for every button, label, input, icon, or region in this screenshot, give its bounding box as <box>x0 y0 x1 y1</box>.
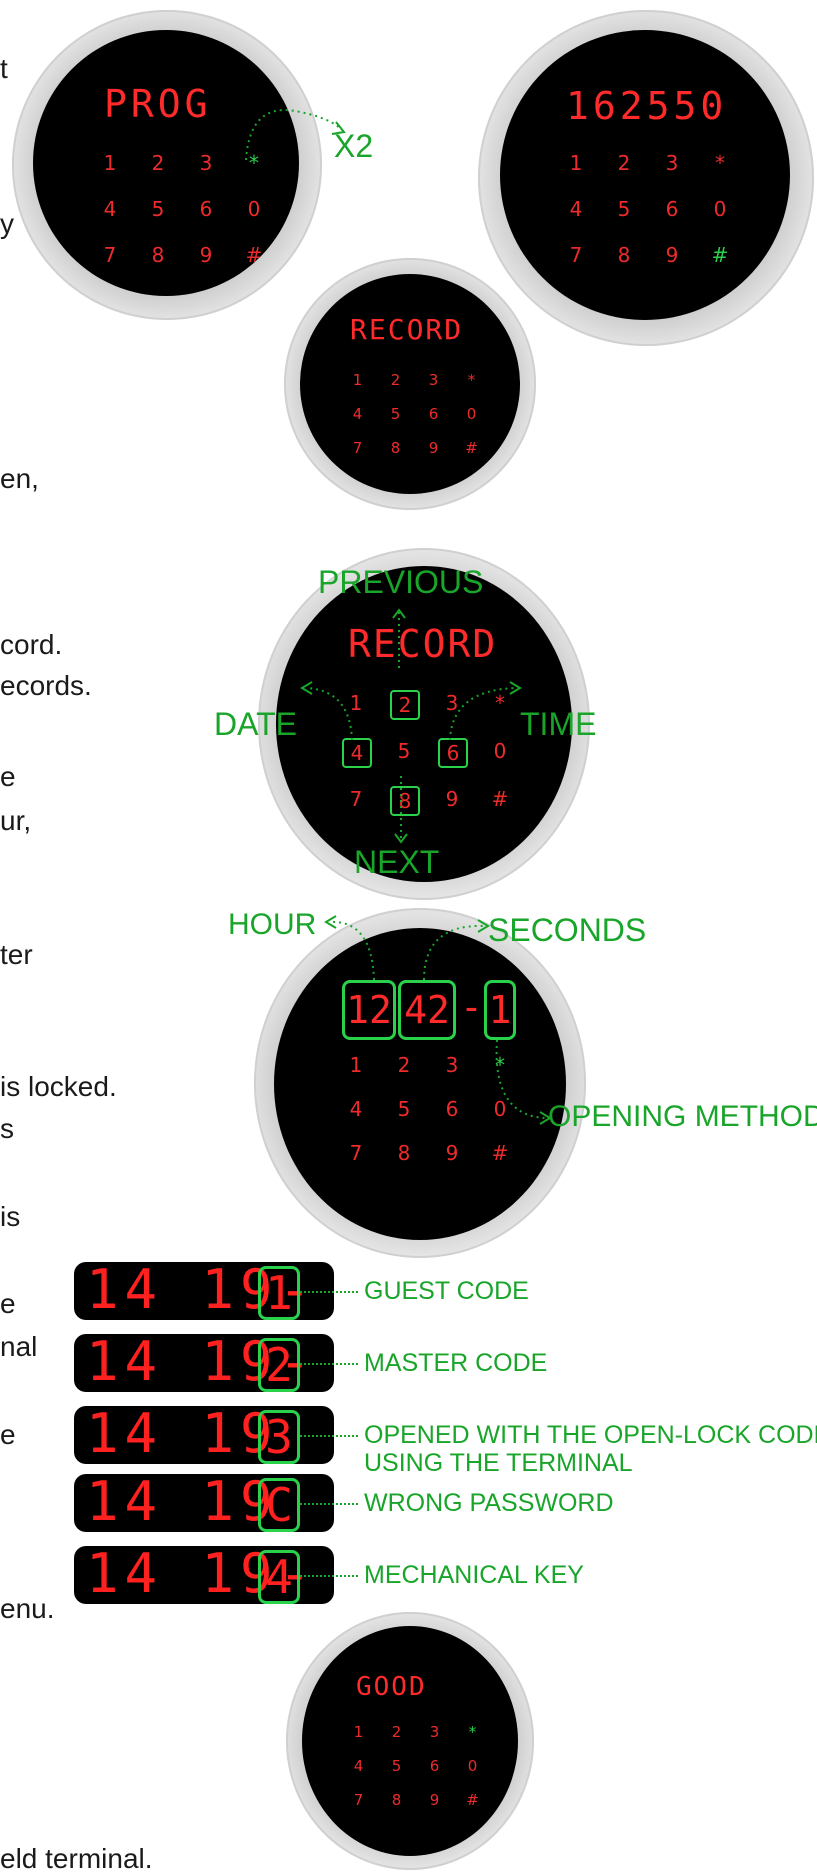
annotation-arrows <box>245 109 552 1125</box>
arrow-time <box>449 687 517 741</box>
arrow-hour <box>329 920 375 981</box>
arrowhead-seconds <box>477 919 490 933</box>
arrow-method <box>495 1039 547 1119</box>
arrow-seconds <box>423 924 485 981</box>
arrow-x2 <box>245 109 343 161</box>
arrowhead-x2 <box>331 121 346 135</box>
arrowhead-method <box>539 1111 552 1125</box>
arrow-date <box>305 687 353 741</box>
